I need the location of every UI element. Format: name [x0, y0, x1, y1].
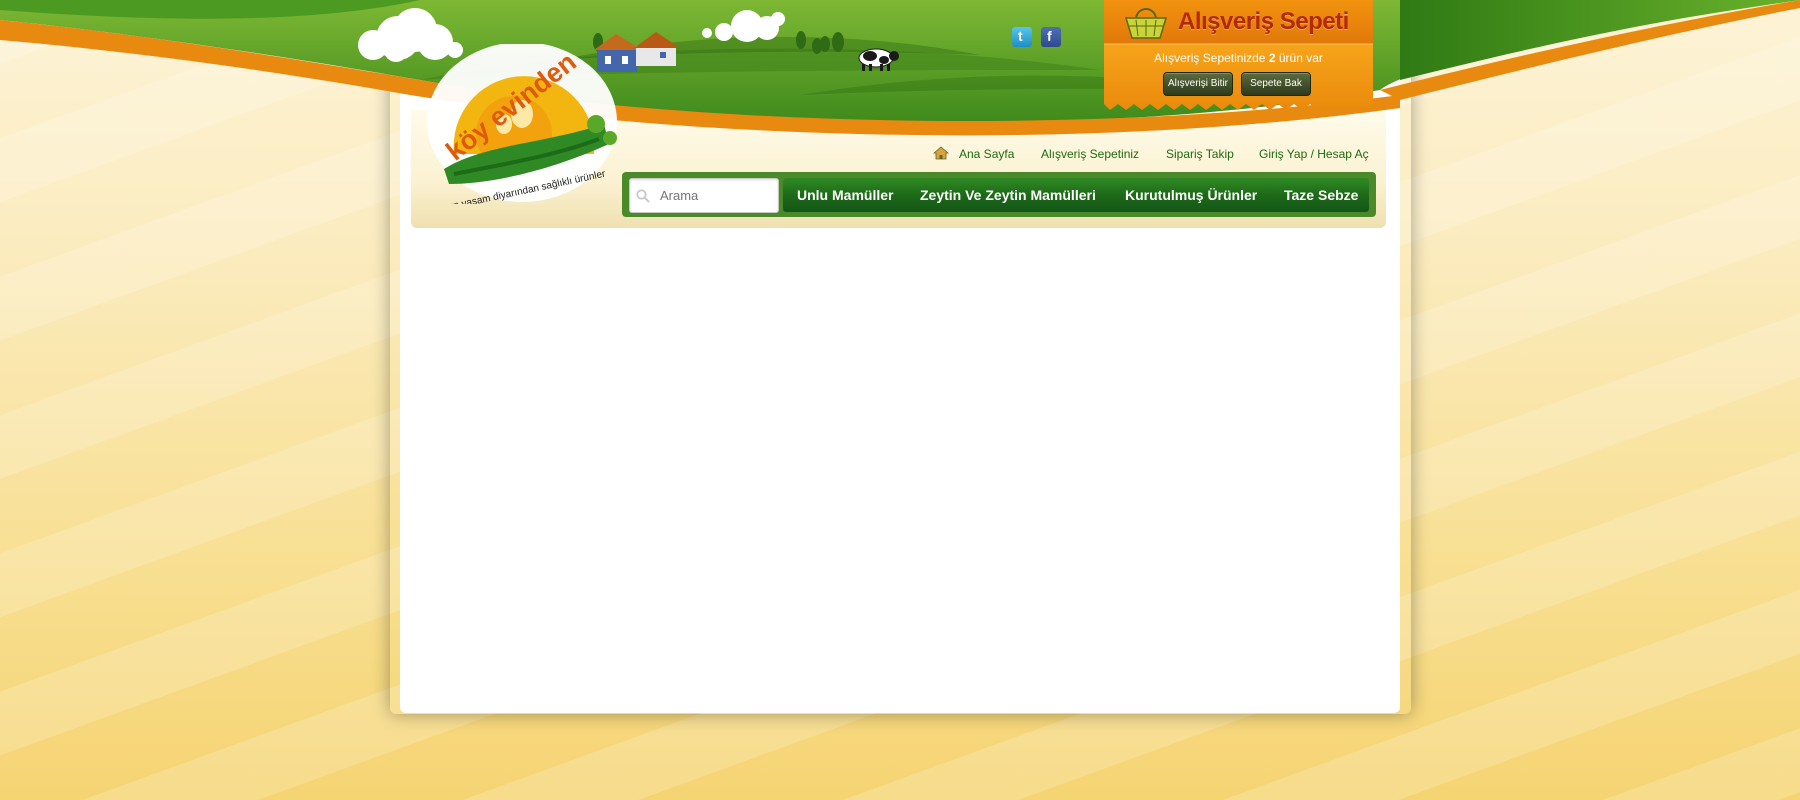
- my-cart-link[interactable]: Alışveriş Sepetiniz: [1041, 147, 1139, 161]
- cart-title: Alışveriş Sepeti: [1178, 8, 1349, 35]
- cart-summary: Alışveriş Sepetinizde 2 ürün var: [1104, 51, 1373, 65]
- cart-summary-prefix: Alışveriş Sepetinizde: [1154, 51, 1266, 65]
- basket-icon: [1124, 8, 1168, 39]
- menu-item-zeytin[interactable]: Zeytin Ve Zeytin Mamülleri: [920, 187, 1096, 203]
- search-icon[interactable]: [636, 189, 650, 203]
- cart-item-count: 2: [1268, 51, 1276, 65]
- home-link[interactable]: Ana Sayfa: [959, 147, 1014, 161]
- twitter-glyph: t: [1018, 28, 1023, 44]
- twitter-icon[interactable]: t: [1012, 27, 1032, 47]
- home-icon: [933, 146, 949, 160]
- menu-item-kurutulmus[interactable]: Kurutulmuş Ürünler: [1125, 187, 1257, 203]
- facebook-icon[interactable]: f: [1041, 27, 1061, 47]
- facebook-glyph: f: [1047, 28, 1052, 44]
- login-register-link[interactable]: Giriş Yap / Hesap Aç: [1259, 147, 1369, 161]
- cart-summary-suffix: ürün var: [1278, 51, 1323, 65]
- finish-shopping-button[interactable]: Alışverişi Bitir: [1163, 72, 1233, 96]
- search-input[interactable]: [660, 187, 770, 203]
- site-logo[interactable]: köy evinden uzun yaşam diyarından sağlık…: [414, 42, 624, 215]
- menu-item-unlu-mamuller[interactable]: Unlu Mamüller: [797, 187, 893, 203]
- order-tracking-link[interactable]: Sipariş Takip: [1166, 147, 1234, 161]
- logo-graphic: köy evinden uzun yaşam diyarından sağlık…: [427, 42, 617, 215]
- menu-item-taze-sebze[interactable]: Taze Sebze: [1284, 187, 1358, 203]
- view-cart-button[interactable]: Sepete Bak: [1241, 72, 1311, 96]
